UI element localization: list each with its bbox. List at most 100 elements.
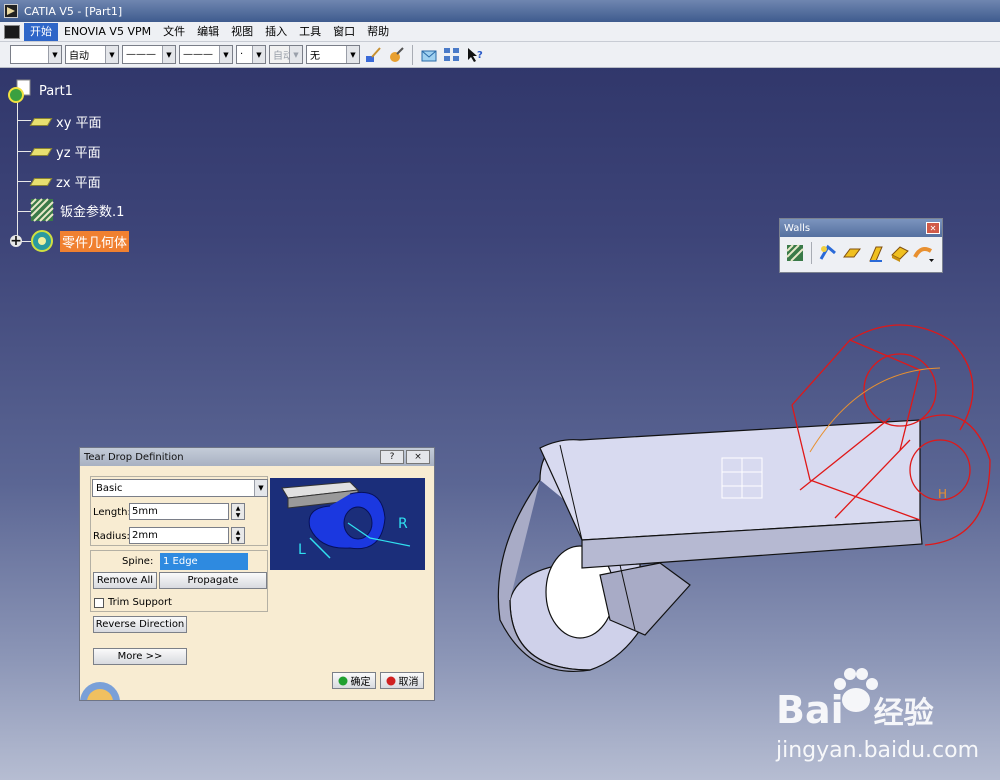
tree-node-part1[interactable]: Part1 [7, 78, 73, 104]
watermark-brand-cn: 经验 [873, 696, 934, 731]
tree-node-xy-plane[interactable]: xy 平面 [29, 112, 102, 131]
wall-on-edge-icon[interactable] [865, 242, 887, 264]
walls-toolbar: Walls ✕ [779, 218, 943, 273]
body-gear-icon [31, 230, 53, 252]
length-label: Length: [93, 507, 131, 518]
chevron-down-icon: ▼ [48, 46, 61, 63]
baidu-jingyan-watermark: Bai 经验 jingyan.baidu.com [772, 668, 998, 780]
painter-brush-icon[interactable] [363, 45, 383, 65]
reverse-direction-button[interactable]: Reverse Direction [93, 616, 187, 633]
tear-drop-preview-image: R L [270, 478, 425, 570]
wall-icon[interactable] [841, 242, 863, 264]
envelope-icon[interactable] [419, 45, 439, 65]
swept-walls-icon[interactable] [913, 242, 935, 264]
tree-connector [17, 120, 31, 121]
tree-label-part-body: 零件几何体 [60, 230, 130, 252]
transparency-combo[interactable]: 自动 ▼ [65, 45, 119, 64]
menu-file[interactable]: 文件 [157, 23, 191, 41]
catia-app-icon [4, 4, 18, 18]
tree-node-zx-plane[interactable]: zx 平面 [29, 172, 101, 191]
spine-selection-field[interactable]: 1 Edge [160, 553, 248, 570]
toolbar-separator [412, 44, 413, 65]
catia-globe-icon [80, 682, 120, 700]
cancel-red-icon [386, 676, 395, 685]
point-symbol-combo-value: · [240, 49, 244, 60]
radius-label: Radius: [93, 531, 130, 542]
tree-label-xy-plane: xy 平面 [56, 116, 102, 131]
menu-tools[interactable]: 工具 [293, 23, 327, 41]
sheet-metal-parameters-tool-icon[interactable] [784, 242, 806, 264]
tree-label-sheetmetal-params: 钣金参数.1 [60, 204, 125, 220]
dialog-title: Tear Drop Definition [84, 451, 184, 463]
point-symbol-combo[interactable]: · ▼ [236, 45, 266, 64]
remove-all-button[interactable]: Remove All [93, 572, 157, 589]
toolbar-separator [811, 242, 812, 264]
propagate-button[interactable]: Propagate [159, 572, 267, 589]
trim-support-label: Trim Support [108, 597, 172, 608]
wall-recognition-icon[interactable] [817, 242, 839, 264]
spine-label: Spine: [122, 556, 154, 567]
3d-part-viewport[interactable]: H [470, 300, 1000, 690]
chevron-down-icon: ▼ [162, 46, 175, 63]
tree-grid-icon[interactable] [442, 45, 462, 65]
properties-painter-icon[interactable] [386, 45, 406, 65]
color-combo[interactable]: ▼ [10, 45, 62, 64]
dialog-titlebar[interactable]: Tear Drop Definition ? × [80, 448, 434, 466]
tree-node-sheetmetal-params[interactable]: 钣金参数.1 [30, 198, 124, 222]
menu-window[interactable]: 窗口 [327, 23, 361, 41]
tree-connector [17, 211, 31, 212]
menu-start[interactable]: 开始 [24, 22, 58, 41]
expand-plus-icon[interactable]: + [10, 234, 22, 248]
menu-enovia[interactable]: ENOVIA V5 VPM [58, 23, 157, 41]
line-thickness-combo-value: ——— [126, 49, 156, 60]
line-thickness-combo[interactable]: ——— ▼ [122, 45, 176, 64]
graphic-properties-toolbar: ▼ 自动 ▼ ——— ▼ ——— ▼ · ▼ 自动 ▼ 无 ▼ ? [0, 42, 1000, 68]
length-spinner[interactable]: ▲ ▼ [231, 503, 245, 520]
ok-button[interactable]: 确定 [332, 672, 376, 689]
tree-label-yz-plane: yz 平面 [56, 146, 101, 161]
linetype-combo-value: ——— [183, 49, 213, 60]
title-bar: CATIA V5 - [Part1] [0, 0, 1000, 22]
document-icon[interactable] [4, 24, 20, 39]
cancel-button[interactable]: 取消 [380, 672, 424, 689]
chevron-down-icon: ▼ [105, 46, 118, 63]
tree-connector [17, 181, 31, 182]
tear-drop-definition-dialog: Tear Drop Definition ? × Basic ▼ Length:… [79, 447, 435, 701]
sheet-metal-parameters-icon [30, 198, 54, 222]
chevron-down-icon: ▼ [252, 46, 265, 63]
dialog-close-button[interactable]: × [406, 450, 430, 464]
trim-support-checkbox[interactable] [94, 598, 104, 608]
linetype-combo[interactable]: ——— ▼ [179, 45, 233, 64]
preview-r-label: R [398, 516, 408, 532]
tree-connector [17, 94, 18, 242]
more-button[interactable]: More >> [93, 648, 187, 665]
length-input[interactable]: 5mm [129, 503, 229, 520]
radius-input[interactable]: 2mm [129, 527, 229, 544]
walls-toolbar-title: Walls [784, 222, 811, 234]
menu-edit[interactable]: 编辑 [191, 23, 225, 41]
walls-toolbar-titlebar[interactable]: Walls ✕ [780, 219, 942, 237]
close-icon[interactable]: ✕ [926, 222, 940, 234]
watermark-brand-latin: Bai [776, 688, 844, 732]
tree-node-part-body[interactable]: 零件几何体 [30, 229, 130, 253]
plane-icon [29, 117, 53, 126]
chevron-down-icon: ▼ [219, 46, 232, 63]
wall-top-face [539, 419, 921, 541]
menu-insert[interactable]: 插入 [259, 23, 293, 41]
layer-auto-combo[interactable]: 自动 ▼ [269, 45, 303, 64]
tree-node-yz-plane[interactable]: yz 平面 [29, 142, 101, 161]
watermark-brand: Bai 经验 [776, 688, 934, 732]
mode-select[interactable]: Basic ▼ [92, 479, 268, 497]
window-title: CATIA V5 - [Part1] [24, 4, 123, 18]
menu-view[interactable]: 视图 [225, 23, 259, 41]
extrusion-icon[interactable] [889, 242, 911, 264]
whats-this-help-icon[interactable]: ? [465, 45, 485, 65]
radius-spinner[interactable]: ▲ ▼ [231, 527, 245, 544]
dialog-help-button[interactable]: ? [380, 450, 404, 464]
layer-combo[interactable]: 无 ▼ [306, 45, 360, 64]
svg-text:?: ? [477, 50, 483, 61]
menu-bar: 开始 ENOVIA V5 VPM 文件 编辑 视图 插入 工具 窗口 帮助 [0, 22, 1000, 42]
watermark-url: jingyan.baidu.com [776, 738, 980, 763]
tree-connector [17, 151, 31, 152]
menu-help[interactable]: 帮助 [361, 23, 395, 41]
